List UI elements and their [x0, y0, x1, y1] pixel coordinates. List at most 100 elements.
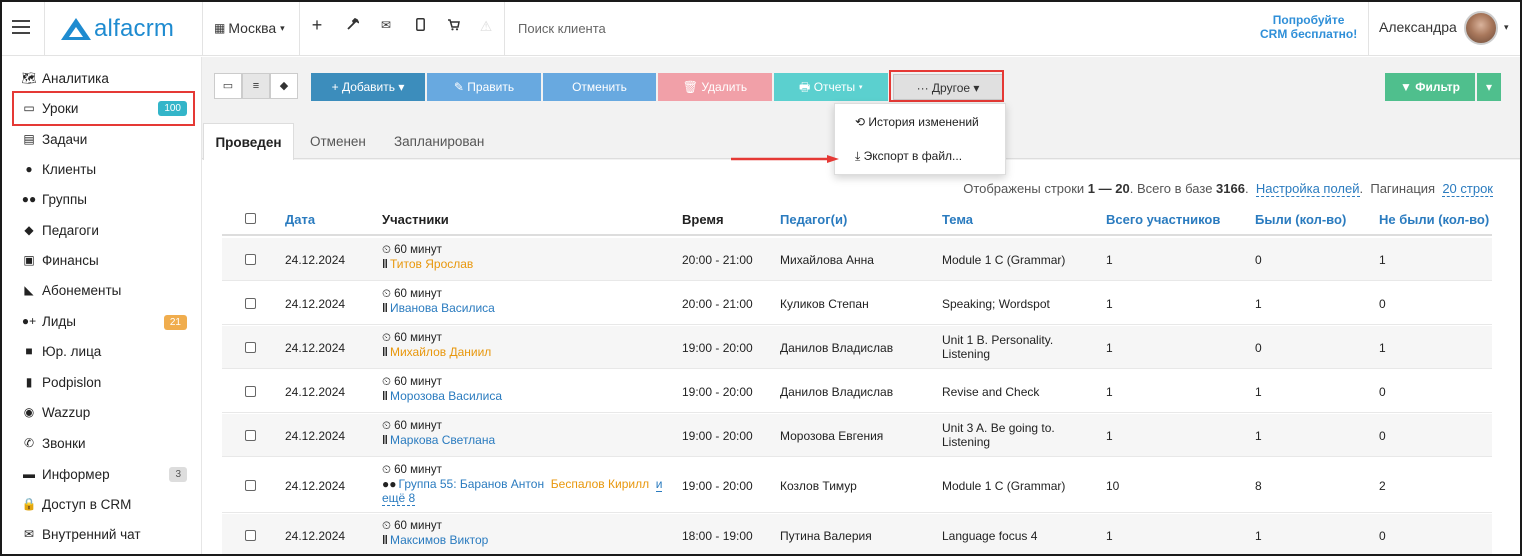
table-row[interactable]: 24.12.2024 ⏲ 60 минут ǁ Морозова Василиса…: [222, 370, 1492, 413]
group-link[interactable]: Группа 55: Баранов Антон: [399, 477, 545, 491]
sidebar-item-informer[interactable]: ▬ Информер: [20, 463, 110, 485]
cart-icon[interactable]: [443, 18, 463, 34]
sidebar-item-subscriptions[interactable]: ◣ Абонементы: [20, 279, 121, 301]
wrench-icon[interactable]: [342, 17, 362, 34]
filter-dropdown-button[interactable]: ▾: [1477, 73, 1501, 101]
try-line-1: Попробуйте: [1272, 13, 1345, 27]
row-checkbox[interactable]: [245, 298, 256, 309]
view-switcher: ▭ ≡ ◆: [214, 73, 298, 99]
col-absent[interactable]: Не были (кол-во): [1379, 212, 1489, 227]
sidebar-item-teachers[interactable]: ◆ Педагоги: [20, 219, 99, 241]
sidebar-item-wazzup[interactable]: ◉ Wazzup: [20, 401, 91, 423]
cell-teacher: Михайлова Анна: [780, 253, 874, 267]
participant-link[interactable]: Иванова Василиса: [390, 301, 495, 315]
row-checkbox[interactable]: [245, 342, 256, 353]
cell-time: 19:00 - 20:00: [682, 341, 753, 355]
chevron-down-icon[interactable]: ▾: [1504, 22, 1509, 33]
divider: [202, 2, 203, 56]
sidebar-item-finance[interactable]: ▣ Финансы: [20, 249, 98, 271]
more-participants-link[interactable]: ещё 8: [382, 491, 416, 506]
add-button[interactable]: + Добавить ▾: [311, 73, 425, 101]
menu-item-export[interactable]: ⤓ Экспорт в файл...: [855, 149, 962, 164]
row-checkbox[interactable]: [245, 480, 256, 491]
cell-date: 24.12.2024: [285, 529, 346, 543]
participant-link[interactable]: Морозова Василиса: [390, 389, 502, 403]
sidebar-item-label: Wazzup: [42, 404, 91, 420]
more-and-link[interactable]: и: [655, 477, 663, 492]
table-row[interactable]: 24.12.2024 ⏲ 60 минут ǁ Иванова Василиса …: [222, 282, 1492, 325]
pagination-link[interactable]: 20 строк: [1442, 181, 1493, 197]
sidebar-item-internal-chat[interactable]: ✉ Внутренний чат: [20, 523, 141, 545]
sidebar-item-calls[interactable]: ✆ Звонки: [20, 432, 86, 454]
menu-item-history[interactable]: ⟲ История изменений: [855, 115, 979, 129]
try-crm-link[interactable]: Попробуйте CRM бесплатно!: [1260, 13, 1357, 41]
other-dropdown-menu: ⟲ История изменений ⤓ Экспорт в файл...: [834, 103, 1006, 175]
duration: ⏲ 60 минут: [382, 288, 442, 300]
cell-present: 0: [1255, 253, 1262, 267]
tab-cancelled[interactable]: Отменен: [310, 123, 366, 161]
duration: ⏲ 60 минут: [382, 520, 442, 532]
reports-button[interactable]: 🖶 Отчеты ▾: [774, 73, 888, 101]
briefcase-icon: ■: [25, 344, 33, 358]
col-topic[interactable]: Тема: [942, 212, 973, 227]
field-settings-link[interactable]: Настройка полей: [1255, 181, 1360, 197]
cell-participants: ⏲ 60 минут ǁ Михайлов Даниил: [382, 332, 491, 359]
pause-icon: ǁ: [382, 533, 388, 547]
list-view-icon[interactable]: ≡: [242, 73, 270, 99]
calendar-view-icon[interactable]: ▭: [214, 73, 242, 99]
table-row[interactable]: 24.12.2024 ⏲ 60 минут ǁ Михайлов Даниил 1…: [222, 326, 1492, 369]
sidebar-item-leads[interactable]: ●+ Лиды: [20, 310, 76, 332]
sidebar-item-crm-access[interactable]: 🔒 Доступ в CRM: [20, 493, 132, 515]
cap-view-icon[interactable]: ◆: [270, 73, 298, 99]
mobile-icon[interactable]: [410, 18, 430, 34]
sidebar-item-clients[interactable]: ● Клиенты: [20, 158, 96, 180]
graduation-cap-icon: ◆: [24, 223, 34, 237]
sidebar-item-groups[interactable]: ●● Группы: [20, 188, 87, 210]
edit-button[interactable]: ✎ Править: [427, 73, 541, 101]
cell-time: 18:00 - 19:00: [682, 529, 753, 543]
participant-link[interactable]: Титов Ярослав: [390, 257, 473, 271]
cell-teacher: Путина Валерия: [780, 529, 872, 543]
users-icon: ●●: [21, 192, 37, 206]
sidebar-item-tasks[interactable]: ▤ Задачи: [20, 128, 87, 150]
envelope-icon[interactable]: ✉: [376, 18, 396, 32]
table-row[interactable]: 24.12.2024 ⏲ 60 минут ●● Группа 55: Баран…: [222, 458, 1492, 513]
logo[interactable]: alfacrm: [60, 15, 174, 43]
table-row[interactable]: 24.12.2024 ⏲ 60 минут ǁ Титов Ярослав 20:…: [222, 238, 1492, 281]
chevron-down-icon: ▾: [280, 22, 285, 33]
tab-planned[interactable]: Запланирован: [394, 123, 484, 161]
row-checkbox[interactable]: [245, 386, 256, 397]
sidebar-item-label: Юр. лица: [42, 343, 102, 359]
client-search-input[interactable]: Поиск клиента: [518, 21, 606, 36]
col-present[interactable]: Были (кол-во): [1255, 212, 1346, 227]
participant-link[interactable]: Михайлов Даниил: [390, 345, 491, 359]
col-date[interactable]: Дата: [285, 212, 315, 227]
participant-link[interactable]: Беспалов Кирилл: [551, 477, 649, 491]
cell-absent: 0: [1379, 429, 1386, 443]
sidebar-item-analytics[interactable]: 🗺 Аналитика: [20, 67, 108, 89]
city-selector[interactable]: ▦ Москва ▾: [214, 20, 285, 36]
table-row[interactable]: 24.12.2024 ⏲ 60 минут ǁ Маркова Светлана …: [222, 414, 1492, 457]
sidebar-item-podpislon[interactable]: ▮ Podpislon: [20, 371, 102, 393]
row-checkbox[interactable]: [245, 254, 256, 265]
tab-held[interactable]: Проведен: [203, 123, 294, 161]
delete-button[interactable]: 🗑 Удалить: [658, 73, 772, 101]
row-checkbox[interactable]: [245, 530, 256, 541]
avatar[interactable]: [1464, 11, 1498, 45]
participant-link[interactable]: Максимов Виктор: [390, 533, 488, 547]
row-checkbox[interactable]: [245, 430, 256, 441]
col-teacher[interactable]: Педагог(и): [780, 212, 847, 227]
cancel-lesson-button[interactable]: Отменить: [543, 73, 656, 101]
leads-count-badge: 21: [163, 315, 187, 330]
sidebar-item-legal-entities[interactable]: ■ Юр. лица: [20, 340, 101, 362]
col-total-participants[interactable]: Всего участников: [1106, 212, 1220, 227]
menu-icon[interactable]: [12, 20, 30, 34]
filter-button[interactable]: ▼ Фильтр: [1385, 73, 1475, 101]
table-row[interactable]: 24.12.2024 ⏲ 60 минут ǁ Максимов Виктор 1…: [222, 514, 1492, 554]
plus-icon[interactable]: +: [307, 15, 327, 36]
participant-link[interactable]: Маркова Светлана: [390, 433, 495, 447]
warning-icon[interactable]: ⚠: [476, 18, 496, 35]
user-name[interactable]: Александра: [1379, 19, 1457, 35]
select-all-checkbox[interactable]: [245, 213, 256, 224]
lessons-panel: Отображены строки 1 — 20. Всего в базе 3…: [202, 160, 1520, 554]
